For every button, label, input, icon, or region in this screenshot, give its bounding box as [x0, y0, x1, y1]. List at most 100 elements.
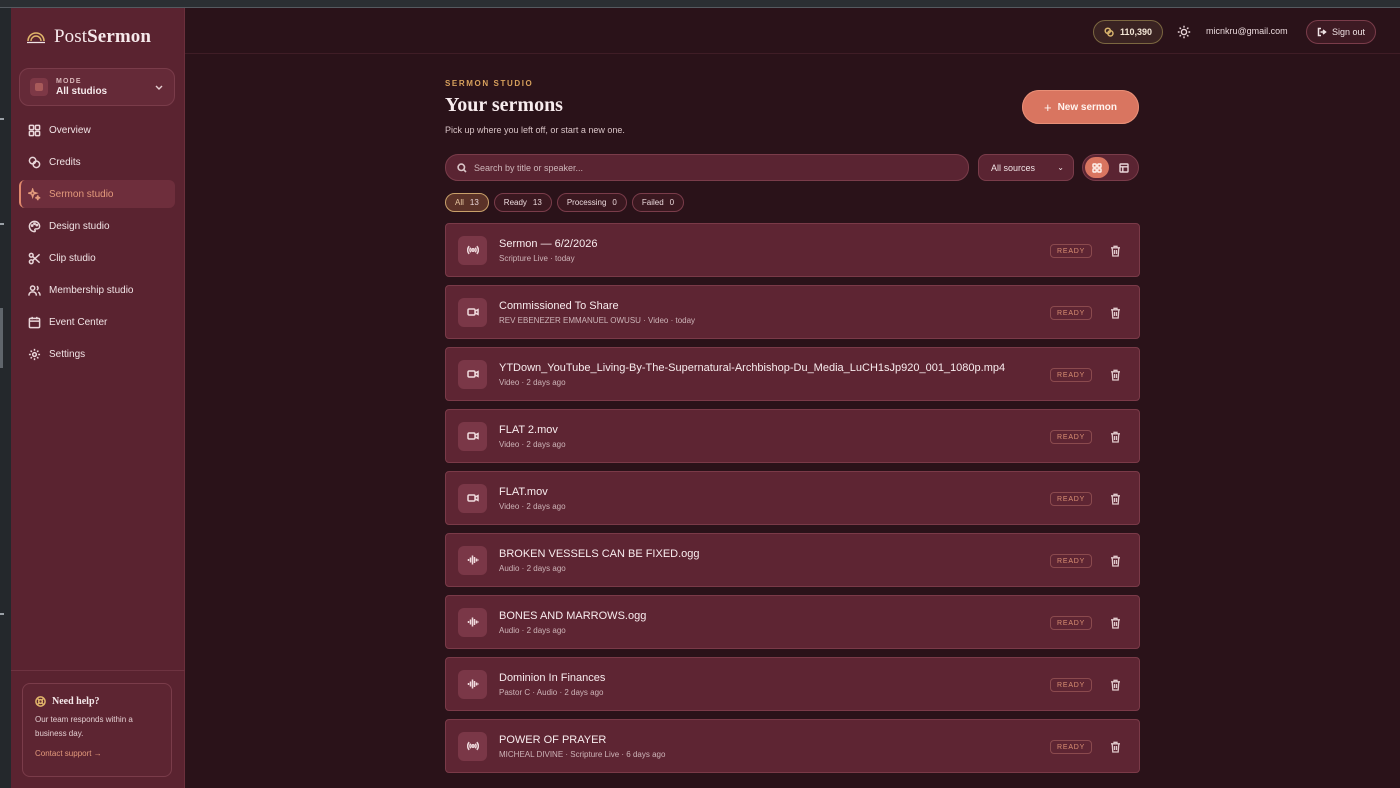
new-sermon-button[interactable]: + New sermon: [1022, 90, 1139, 124]
palette-icon: [28, 220, 41, 232]
media-type-badge: [458, 359, 487, 389]
sidebar-item-label: Clip studio: [49, 252, 96, 264]
sparkle-icon: [28, 187, 41, 200]
video-icon: [466, 432, 479, 440]
section-eyebrow: SERMON STUDIO: [445, 79, 534, 88]
sermon-row[interactable]: BONES AND MARROWS.ogg Audio · 2 days ago …: [445, 595, 1140, 649]
delete-button[interactable]: [1110, 368, 1122, 381]
video-icon: [466, 308, 479, 316]
sermon-row[interactable]: FLAT 2.mov Video · 2 days ago READY: [445, 409, 1140, 463]
mode-selector[interactable]: MODE All studios: [19, 68, 175, 106]
sermon-title: Dominion In Finances: [499, 671, 606, 684]
sidebar-item-label: Overview: [49, 124, 91, 136]
sidebar-item-settings[interactable]: Settings: [19, 340, 175, 368]
search-input[interactable]: [474, 162, 954, 173]
window-left-edge: [0, 8, 11, 788]
sign-out-button[interactable]: Sign out: [1306, 20, 1376, 44]
sidebar-item-clip-studio[interactable]: Clip studio: [19, 244, 175, 272]
page-title: Your sermons: [445, 94, 563, 116]
sermon-meta: Video · 2 days ago: [499, 439, 566, 449]
audio-icon: [467, 679, 479, 689]
top-header: 110,390 micnkru@gmail.com Sign out: [185, 8, 1400, 54]
logout-icon: [1317, 27, 1327, 37]
search-field[interactable]: [445, 154, 969, 181]
brand-logo[interactable]: PostSermon: [26, 26, 151, 48]
broadcast-icon: [466, 741, 479, 751]
new-sermon-label: New sermon: [1057, 101, 1118, 113]
sidebar-item-label: Credits: [49, 156, 81, 168]
sermon-row[interactable]: BROKEN VESSELS CAN BE FIXED.ogg Audio · 2…: [445, 533, 1140, 587]
delete-button[interactable]: [1110, 430, 1122, 443]
sidebar-item-design-studio[interactable]: Design studio: [19, 212, 175, 240]
trash-icon: [1111, 741, 1120, 753]
audio-icon: [467, 555, 479, 565]
mode-label: MODE: [56, 77, 82, 85]
sermon-meta: Video · 2 days ago: [499, 377, 566, 387]
filter-chip-all[interactable]: All 13: [445, 193, 489, 212]
sign-out-label: Sign out: [1331, 27, 1366, 37]
sidebar-item-overview[interactable]: Overview: [19, 116, 175, 144]
help-title: Need help?: [35, 696, 159, 707]
sidebar-divider: [11, 670, 185, 671]
delete-button[interactable]: [1110, 678, 1122, 691]
filter-chip-failed[interactable]: Failed 0: [631, 193, 685, 212]
sermon-row[interactable]: FLAT.mov Video · 2 days ago READY: [445, 471, 1140, 525]
contact-support-link[interactable]: Contact support →: [35, 749, 159, 758]
delete-button[interactable]: [1110, 740, 1122, 753]
media-type-badge: [458, 235, 487, 265]
sermon-row[interactable]: YTDown_YouTube_Living-By-The-Supernatura…: [445, 347, 1140, 401]
chevron-down-icon: [155, 85, 163, 90]
lifebuoy-icon: [35, 696, 46, 707]
help-card: Need help? Our team responds within a bu…: [22, 683, 172, 777]
sermon-title: Commissioned To Share: [499, 299, 619, 312]
sidebar-item-label: Settings: [49, 348, 86, 360]
status-badge: READY: [1050, 678, 1093, 692]
sermon-row[interactable]: Sermon — 6/2/2026 Scripture Live · today …: [445, 223, 1140, 277]
sermon-title: Sermon — 6/2/2026: [499, 237, 598, 250]
source-filter-select[interactable]: All sources ⌄: [978, 154, 1074, 181]
trash-icon: [1111, 307, 1120, 319]
sermon-meta: Video · 2 days ago: [499, 501, 566, 511]
sermon-row[interactable]: POWER OF PRAYER MICHEAL DIVINE · Scriptur…: [445, 719, 1140, 773]
delete-button[interactable]: [1110, 492, 1122, 505]
chevron-down-icon: ⌄: [1057, 163, 1064, 172]
filter-chip-ready[interactable]: Ready 13: [493, 193, 552, 212]
broadcast-icon: [466, 245, 479, 255]
theme-toggle[interactable]: [1177, 25, 1191, 39]
trash-icon: [1111, 555, 1120, 567]
status-badge: READY: [1050, 430, 1093, 444]
sermon-title: FLAT 2.mov: [499, 423, 558, 436]
sermon-row[interactable]: Commissioned To Share REV EBENEZER EMMANU…: [445, 285, 1140, 339]
calendar-icon: [28, 316, 41, 328]
sidebar-item-membership-studio[interactable]: Membership studio: [19, 276, 175, 304]
media-type-badge: [458, 669, 487, 699]
status-badge: READY: [1050, 616, 1093, 630]
mode-value: All studios: [56, 85, 108, 97]
sidebar-item-label: Event Center: [49, 316, 108, 328]
grid-icon: [1092, 162, 1102, 173]
trash-icon: [1111, 493, 1120, 505]
sidebar-item-label: Design studio: [49, 220, 110, 232]
grid-view-button[interactable]: [1085, 157, 1109, 178]
video-icon: [466, 370, 479, 378]
credits-balance[interactable]: 110,390: [1093, 20, 1163, 44]
media-type-badge: [458, 731, 487, 761]
studio-icon: [30, 78, 48, 96]
delete-button[interactable]: [1110, 306, 1122, 319]
sermon-meta: REV EBENEZER EMMANUEL OWUSU · Video · to…: [499, 315, 696, 325]
delete-button[interactable]: [1110, 244, 1122, 257]
filter-chip-processing[interactable]: Processing 0: [556, 193, 627, 212]
media-type-badge: [458, 607, 487, 637]
gear-icon: [28, 348, 41, 360]
sermon-row[interactable]: Dominion In Finances Pastor C · Audio · 2…: [445, 657, 1140, 711]
sidebar-item-event-center[interactable]: Event Center: [19, 308, 175, 336]
sidebar-item-credits[interactable]: Credits: [19, 148, 175, 176]
delete-button[interactable]: [1110, 554, 1122, 567]
trash-icon: [1111, 369, 1120, 381]
delete-button[interactable]: [1110, 616, 1122, 629]
sidebar-item-sermon-studio[interactable]: Sermon studio: [19, 180, 175, 208]
table-view-button[interactable]: [1112, 157, 1136, 178]
status-badge: READY: [1050, 306, 1093, 320]
sidebar: PostSermon MODE All studios Overview Cre…: [11, 8, 185, 788]
media-type-badge: [458, 297, 487, 327]
